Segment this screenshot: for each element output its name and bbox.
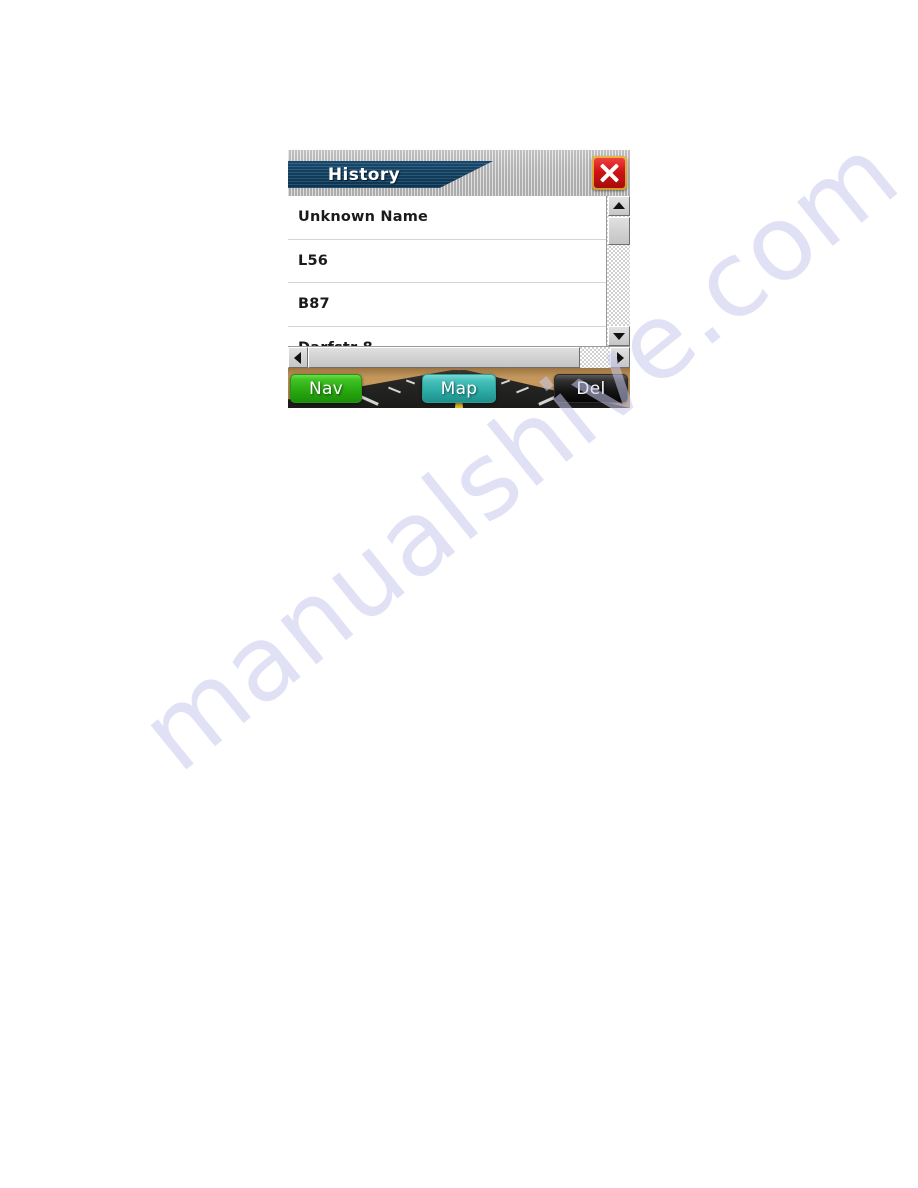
list-item[interactable]: B87 [288, 283, 606, 327]
list-item[interactable]: L56 [288, 239, 606, 283]
history-list[interactable]: Unknown Name L56 B87 Darfstr 8 [288, 196, 606, 346]
close-button[interactable] [592, 156, 627, 190]
list-item-label: L56 [298, 252, 329, 269]
scroll-left-button[interactable] [288, 347, 308, 368]
map-button[interactable]: Map [422, 374, 496, 403]
close-x-icon [594, 158, 625, 188]
horizontal-scrollbar-thumb[interactable] [308, 347, 580, 368]
gps-device-screenshot: History Unknown Name L56 B87 Darfstr 8 [288, 150, 630, 408]
list-item-label: Unknown Name [298, 209, 429, 226]
scroll-right-button[interactable] [610, 347, 630, 368]
vertical-scrollbar[interactable] [606, 196, 630, 346]
nav-button[interactable]: Nav [290, 374, 362, 403]
arrow-left-icon [294, 351, 301, 364]
bottom-toolbar: Nav Map Del [288, 368, 630, 408]
arrow-up-icon [613, 202, 625, 209]
scroll-up-button[interactable] [608, 196, 630, 216]
list-item[interactable]: Unknown Name [288, 196, 606, 240]
page-title: History [327, 165, 401, 185]
arrow-right-icon [617, 351, 624, 364]
history-list-region: Unknown Name L56 B87 Darfstr 8 [288, 196, 630, 346]
horizontal-scrollbar[interactable] [288, 346, 630, 368]
del-button[interactable]: Del [554, 374, 628, 403]
scroll-down-button[interactable] [608, 326, 630, 346]
title-bar: History [288, 150, 630, 196]
list-item[interactable]: Darfstr 8 [288, 326, 606, 346]
vertical-scrollbar-thumb[interactable] [608, 217, 630, 245]
list-item-label: B87 [298, 296, 330, 313]
arrow-down-icon [613, 333, 625, 340]
